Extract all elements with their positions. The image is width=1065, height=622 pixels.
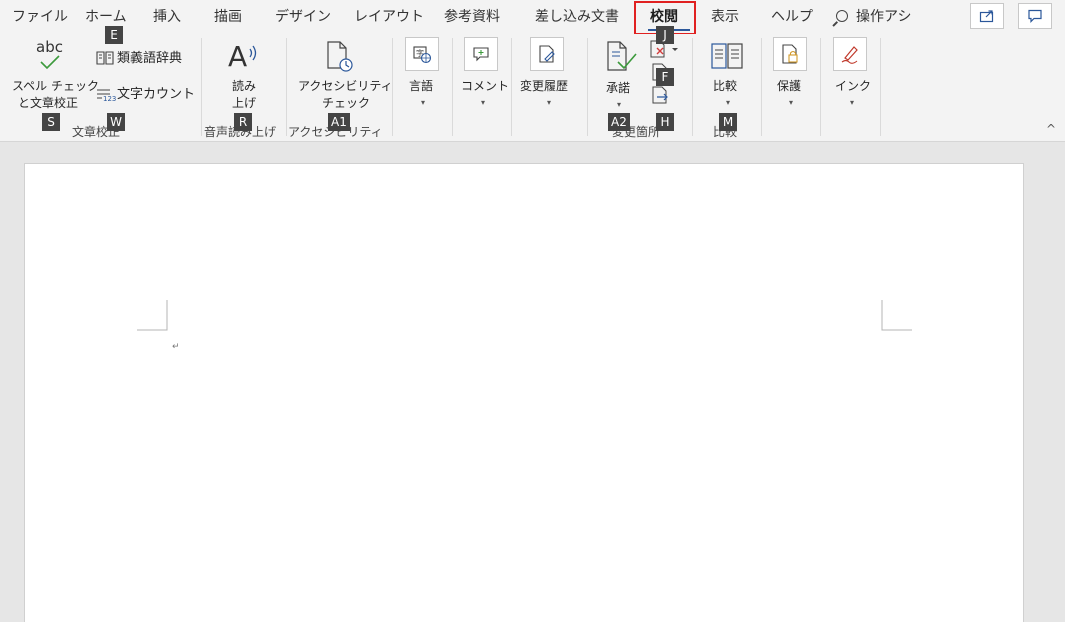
- margin-corner-right-icon: [881, 300, 912, 331]
- document-page[interactable]: [24, 163, 1024, 622]
- language-caret-icon: ▾: [421, 98, 426, 107]
- svg-text:123: 123: [103, 95, 116, 102]
- language-icon: 字: [413, 46, 432, 64]
- group-separator: [692, 38, 693, 136]
- tab-file[interactable]: ファイル: [12, 6, 68, 26]
- keytip-spell: S: [42, 113, 60, 131]
- group-separator: [392, 38, 393, 136]
- ribbon-tab-bar: ファイル ホーム 挿入 描画 デザイン レイアウト 参考資料 差し込み文書 校閲…: [0, 0, 1065, 35]
- protect-icon-box: [773, 37, 807, 71]
- tell-me-label: 操作アシ: [856, 9, 912, 25]
- compare-caret-icon: ▾: [726, 98, 731, 107]
- group-separator: [587, 38, 588, 136]
- document-area: [0, 143, 1065, 622]
- ink-pen-icon: [841, 46, 858, 64]
- group-separator: [511, 38, 512, 136]
- keytip-next: H: [656, 113, 674, 131]
- compare-icon: [711, 43, 743, 69]
- protect-lock-icon: [782, 44, 798, 64]
- tab-references[interactable]: 参考資料: [444, 6, 500, 26]
- ink-caret-icon: ▾: [850, 98, 855, 107]
- accessibility-check-icon: [327, 41, 353, 72]
- read-aloud-label-2: 上げ: [232, 96, 257, 110]
- protect-label: 保護: [777, 79, 802, 93]
- group-separator: [452, 38, 453, 136]
- accessibility-label-2: チェック: [322, 96, 371, 110]
- read-aloud-icon: A: [228, 40, 257, 70]
- group-separator: [201, 38, 202, 136]
- group-separator: [880, 38, 881, 136]
- search-icon: [836, 10, 848, 22]
- keytip-accept: A2: [608, 113, 630, 131]
- thesaurus-label: 類義語辞典: [117, 51, 183, 66]
- comments-pane-button[interactable]: [1018, 3, 1052, 29]
- keytip-home: E: [105, 26, 123, 44]
- margin-corner-left-icon: [137, 300, 168, 331]
- comments-icon-box: [464, 37, 498, 71]
- track-changes-caret-icon: ▾: [547, 98, 552, 107]
- book-icon: [96, 51, 114, 65]
- comment-icon: [1028, 9, 1042, 23]
- track-changes-icon: [539, 45, 555, 63]
- tab-design[interactable]: デザイン: [275, 6, 331, 26]
- tell-me-search[interactable]: 操作アシ: [836, 6, 911, 26]
- keytip-accessibility: A1: [328, 113, 350, 131]
- share-button[interactable]: [970, 3, 1004, 29]
- accept-caret-icon: ▾: [617, 100, 622, 109]
- share-icon: [979, 10, 994, 23]
- accept-label: 承諾: [606, 81, 631, 95]
- next-change-icon: [652, 86, 668, 104]
- read-aloud-label-1: 読み: [232, 79, 257, 93]
- spell-label-2: と文章校正: [18, 96, 79, 110]
- group-separator: [761, 38, 762, 136]
- accept-icon: [607, 41, 637, 71]
- track-changes-label: 変更履歴: [520, 79, 569, 93]
- comments-caret-icon: ▾: [481, 98, 486, 107]
- tab-home[interactable]: ホーム: [85, 6, 127, 26]
- ribbon-review: abc スペル チェック と文章校正 類義語辞典 123 文字カウント 文章校正: [0, 34, 1065, 142]
- tab-draw[interactable]: 描画: [214, 6, 242, 26]
- keytip-read-aloud: R: [234, 113, 252, 131]
- new-comment-icon: [473, 47, 489, 62]
- word-count-icon: 123: [97, 89, 116, 102]
- protect-caret-icon: ▾: [789, 98, 794, 107]
- keytip-previous: F: [656, 68, 674, 86]
- word-count-label: 文字カウント: [117, 87, 196, 102]
- svg-text:A: A: [228, 40, 247, 70]
- comments-label: コメント: [461, 79, 510, 93]
- checkmark-icon: [40, 55, 60, 70]
- tab-mailings[interactable]: 差し込み文書: [535, 6, 619, 26]
- keytip-compare: M: [719, 113, 737, 131]
- paragraph-mark-icon: ↵: [172, 342, 180, 352]
- ink-icon-box: [833, 37, 867, 71]
- group-separator: [286, 38, 287, 136]
- language-label: 言語: [409, 79, 434, 93]
- tab-view[interactable]: 表示: [711, 6, 739, 26]
- compare-label: 比較: [713, 79, 738, 93]
- spell-label-1: スペル チェック: [12, 79, 99, 93]
- collapse-ribbon-icon[interactable]: ^: [1046, 122, 1056, 136]
- accessibility-label-1: アクセシビリティ: [298, 79, 393, 93]
- tab-layout[interactable]: レイアウト: [354, 6, 424, 26]
- keytip-word-count: W: [107, 113, 125, 131]
- tab-help[interactable]: ヘルプ: [771, 6, 813, 26]
- keytip-reject: J: [656, 26, 674, 44]
- language-icon-box: 字: [405, 37, 439, 71]
- track-changes-icon-box: [530, 37, 564, 71]
- group-separator: [820, 38, 821, 136]
- tab-insert[interactable]: 挿入: [153, 6, 181, 26]
- ink-label: インク: [835, 79, 872, 93]
